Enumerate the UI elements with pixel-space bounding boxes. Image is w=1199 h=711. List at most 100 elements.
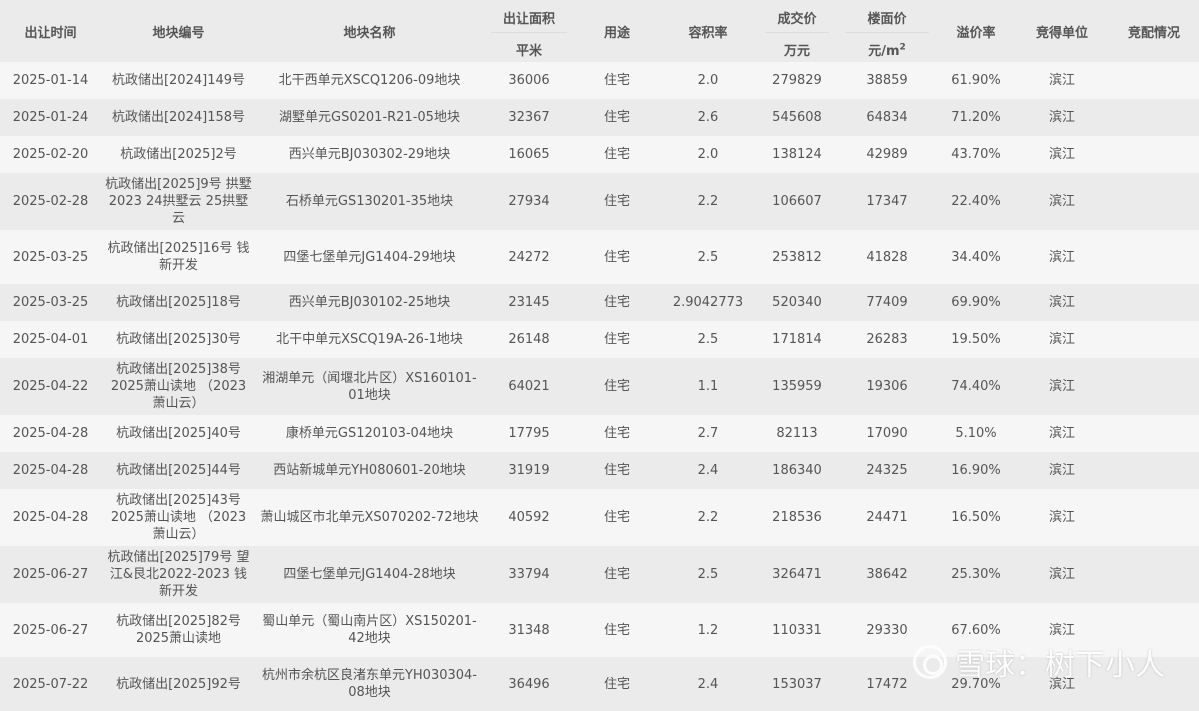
cell-premium: 71.20% <box>937 99 1015 136</box>
cell-far: 1.2 <box>659 603 757 657</box>
cell-code: 杭政储出[2025]79号 望江&艮北2022-2023 钱新开发 <box>101 546 256 603</box>
cell-usage: 住宅 <box>575 136 659 173</box>
cell-far: 2.0 <box>659 62 757 99</box>
cell-far: 2.5 <box>659 321 757 358</box>
cell-price: 171814 <box>757 321 837 358</box>
cell-floor-price: 26283 <box>837 321 937 358</box>
cell-far: 2.0 <box>659 136 757 173</box>
cell-far: 2.2 <box>659 173 757 230</box>
header-name: 地块名称 <box>256 0 483 62</box>
cell-name: 四堡七堡单元JG1404-28地块 <box>256 546 483 603</box>
cell-price: 326471 <box>757 546 837 603</box>
header-floor-price: 楼面价 元/m2 <box>837 0 937 62</box>
cell-far: 2.4 <box>659 452 757 489</box>
cell-usage: 住宅 <box>575 230 659 284</box>
cell-name: 蜀山单元（蜀山南片区）XS150201-42地块 <box>256 603 483 657</box>
cell-floor-price: 38642 <box>837 546 937 603</box>
cell-floor-price: 17090 <box>837 415 937 452</box>
cell-price: 545608 <box>757 99 837 136</box>
cell-area: 17795 <box>483 415 575 452</box>
table-row: 2025-03-25 杭政储出[2025]16号 钱新开发 四堡七堡单元JG1404… <box>0 230 1199 284</box>
table-row: 2025-01-14 杭政储出[2024]149号 北干西单元XSCQ1206-09… <box>0 62 1199 99</box>
cell-name: 西站新城单元YH080601-20地块 <box>256 452 483 489</box>
cell-price: 110331 <box>757 603 837 657</box>
cell-far: 2.2 <box>659 489 757 546</box>
cell-code: 杭政储出[2025]40号 <box>101 415 256 452</box>
cell-area: 32367 <box>483 99 575 136</box>
cell-winner: 滨江 <box>1015 173 1109 230</box>
cell-floor-price: 24471 <box>837 489 937 546</box>
cell-price: 218536 <box>757 489 837 546</box>
cell-winner: 滨江 <box>1015 230 1109 284</box>
header-area-label: 出让面积 <box>491 4 567 33</box>
cell-far: 2.5 <box>659 546 757 603</box>
cell-name: 北干中单元XSCQ19A-26-1地块 <box>256 321 483 358</box>
table-header: 出让时间 地块编号 地块名称 出让面积 平米 用途 容积率 成交价 万元 楼面价… <box>0 0 1199 62</box>
cell-far: 1.1 <box>659 358 757 415</box>
cell-premium: 74.40% <box>937 358 1015 415</box>
cell-date: 2025-06-27 <box>0 546 101 603</box>
table-row: 2025-04-28 杭政储出[2025]44号 西站新城单元YH080601-20… <box>0 452 1199 489</box>
cell-premium: 19.50% <box>937 321 1015 358</box>
cell-area: 31919 <box>483 452 575 489</box>
cell-winner: 滨江 <box>1015 99 1109 136</box>
cell-date: 2025-04-28 <box>0 489 101 546</box>
cell-area: 36006 <box>483 62 575 99</box>
cell-date: 2025-02-20 <box>0 136 101 173</box>
cell-date: 2025-04-22 <box>0 358 101 415</box>
header-price: 成交价 万元 <box>757 0 837 62</box>
cell-allocation <box>1109 321 1199 358</box>
cell-area: 64021 <box>483 358 575 415</box>
cell-name: 石桥单元GS130201-35地块 <box>256 173 483 230</box>
land-transaction-table: 出让时间 地块编号 地块名称 出让面积 平米 用途 容积率 成交价 万元 楼面价… <box>0 0 1199 711</box>
cell-allocation <box>1109 230 1199 284</box>
cell-area: 36496 <box>483 657 575 711</box>
cell-usage: 住宅 <box>575 603 659 657</box>
cell-code: 杭政储出[2024]158号 <box>101 99 256 136</box>
cell-area: 33794 <box>483 546 575 603</box>
header-winner: 竞得单位 <box>1015 0 1109 62</box>
header-usage: 用途 <box>575 0 659 62</box>
cell-far: 2.6 <box>659 99 757 136</box>
cell-usage: 住宅 <box>575 415 659 452</box>
cell-code: 杭政储出[2025]44号 <box>101 452 256 489</box>
cell-allocation <box>1109 489 1199 546</box>
cell-premium: 43.70% <box>937 136 1015 173</box>
cell-code: 杭政储出[2025]30号 <box>101 321 256 358</box>
table-row: 2025-01-24 杭政储出[2024]158号 湖墅单元GS0201-R21-0… <box>0 99 1199 136</box>
cell-code: 杭政储出[2025]9号 拱墅2023 24拱墅云 25拱墅云 <box>101 173 256 230</box>
cell-date: 2025-01-24 <box>0 99 101 136</box>
cell-premium: 5.10% <box>937 415 1015 452</box>
cell-usage: 住宅 <box>575 284 659 321</box>
cell-floor-price: 17347 <box>837 173 937 230</box>
cell-name: 萧山城区市北单元XS070202-72地块 <box>256 489 483 546</box>
cell-allocation <box>1109 415 1199 452</box>
table-row: 2025-02-28 杭政储出[2025]9号 拱墅2023 24拱墅云 25拱墅… <box>0 173 1199 230</box>
floor-price-unit-sup: 2 <box>899 42 906 53</box>
cell-date: 2025-07-22 <box>0 657 101 711</box>
header-area: 出让面积 平米 <box>483 0 575 62</box>
snowball-logo-icon <box>913 645 947 679</box>
cell-allocation <box>1109 136 1199 173</box>
cell-price: 279829 <box>757 62 837 99</box>
cell-date: 2025-06-27 <box>0 603 101 657</box>
cell-premium: 61.90% <box>937 62 1015 99</box>
table-row: 2025-02-20 杭政储出[2025]2号 西兴单元BJ030302-29地块 1… <box>0 136 1199 173</box>
cell-floor-price: 19306 <box>837 358 937 415</box>
header-floor-price-label: 楼面价 <box>845 4 929 33</box>
header-code: 地块编号 <box>101 0 256 62</box>
cell-winner: 滨江 <box>1015 62 1109 99</box>
watermark-text: 雪球：树下小人 <box>955 648 1165 683</box>
cell-price: 82113 <box>757 415 837 452</box>
cell-usage: 住宅 <box>575 99 659 136</box>
cell-floor-price: 24325 <box>837 452 937 489</box>
cell-winner: 滨江 <box>1015 321 1109 358</box>
cell-area: 23145 <box>483 284 575 321</box>
cell-usage: 住宅 <box>575 546 659 603</box>
cell-name: 康桥单元GS120103-04地块 <box>256 415 483 452</box>
floor-price-unit-text: 元/m <box>868 43 900 59</box>
cell-allocation <box>1109 358 1199 415</box>
cell-price: 253812 <box>757 230 837 284</box>
cell-winner: 滨江 <box>1015 415 1109 452</box>
cell-code: 杭政储出[2025]2号 <box>101 136 256 173</box>
